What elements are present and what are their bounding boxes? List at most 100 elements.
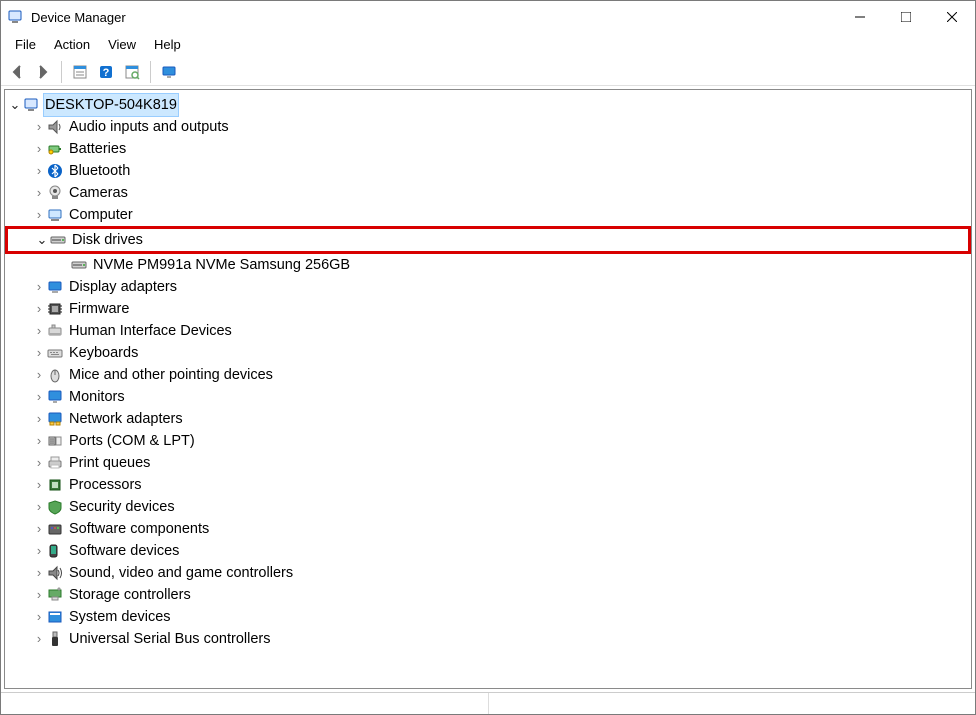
app-icon <box>7 9 23 25</box>
tree-category-label[interactable]: Software devices <box>67 540 181 562</box>
menu-action[interactable]: Action <box>46 35 98 54</box>
tree-category-label[interactable]: Sound, video and game controllers <box>67 562 295 584</box>
tree-device-nvme[interactable]: NVMe PM991a NVMe Samsung 256GB <box>5 254 971 276</box>
tree-expand-arrow[interactable]: › <box>31 386 47 408</box>
tree-category-comp[interactable]: › Computer <box>5 204 971 226</box>
kbd-icon <box>47 345 63 361</box>
tree-expand-arrow[interactable]: › <box>31 320 47 342</box>
tree-expand-arrow[interactable]: › <box>31 298 47 320</box>
device-tree[interactable]: ⌄ DESKTOP-504K819 › Audio inputs and out… <box>4 89 972 689</box>
tree-expand-arrow[interactable]: › <box>31 364 47 386</box>
tree-category-swc[interactable]: › Software components <box>5 518 971 540</box>
printq-icon <box>47 455 63 471</box>
tree-category-mon[interactable]: › Monitors <box>5 386 971 408</box>
tree-category-label[interactable]: Storage controllers <box>67 584 193 606</box>
tree-expand-arrow[interactable]: › <box>31 160 47 182</box>
tree-category-label[interactable]: Keyboards <box>67 342 140 364</box>
tree-category-label[interactable]: System devices <box>67 606 173 628</box>
tree-expand-arrow[interactable]: › <box>31 408 47 430</box>
tree-expand-arrow[interactable]: › <box>31 518 47 540</box>
menu-help[interactable]: Help <box>146 35 189 54</box>
tree-category-label[interactable]: Processors <box>67 474 144 496</box>
tree-category-label[interactable]: Security devices <box>67 496 177 518</box>
tree-collapse-arrow[interactable]: ⌄ <box>34 229 50 251</box>
tree-category-net[interactable]: › Network adapters <box>5 408 971 430</box>
tree-category-sec[interactable]: › Security devices <box>5 496 971 518</box>
tree-category-disk[interactable]: ⌄ Disk drives <box>8 229 968 251</box>
tree-expand-arrow[interactable]: › <box>31 452 47 474</box>
tree-root[interactable]: ⌄ DESKTOP-504K819 <box>5 94 971 116</box>
tree-category-fw[interactable]: › Firmware <box>5 298 971 320</box>
tree-category-label[interactable]: Display adapters <box>67 276 179 298</box>
minimize-button[interactable] <box>837 1 883 33</box>
tree-device-label[interactable]: NVMe PM991a NVMe Samsung 256GB <box>91 254 352 276</box>
tree-category-cam[interactable]: › Cameras <box>5 182 971 204</box>
tree-expand-arrow[interactable]: › <box>31 116 47 138</box>
tree-category-label[interactable]: Firmware <box>67 298 131 320</box>
tree-expand-arrow[interactable]: › <box>31 496 47 518</box>
tree-expand-arrow[interactable]: › <box>31 474 47 496</box>
tree-category-hid[interactable]: › Human Interface Devices <box>5 320 971 342</box>
tree-category-label[interactable]: Batteries <box>67 138 128 160</box>
tree-expand-arrow[interactable]: › <box>31 182 47 204</box>
usb-icon <box>47 631 63 647</box>
menu-view[interactable]: View <box>100 35 144 54</box>
status-pane-1 <box>1 693 489 714</box>
tree-category-label[interactable]: Computer <box>67 204 135 226</box>
tree-expand-arrow[interactable]: › <box>31 430 47 452</box>
tree-collapse-arrow[interactable]: ⌄ <box>7 94 23 116</box>
toolbar-back-button[interactable] <box>5 59 29 85</box>
tree-expand-arrow[interactable]: › <box>31 342 47 364</box>
tree-expand-arrow[interactable]: › <box>31 628 47 650</box>
comp-icon <box>47 207 63 223</box>
tree-category-label[interactable]: Ports (COM & LPT) <box>67 430 197 452</box>
tree-category-kbd[interactable]: › Keyboards <box>5 342 971 364</box>
ports-icon <box>47 433 63 449</box>
tree-category-label[interactable]: Monitors <box>67 386 127 408</box>
toolbar-forward-button[interactable] <box>31 59 55 85</box>
tree-category-sys[interactable]: › System devices <box>5 606 971 628</box>
tree-category-label[interactable]: Universal Serial Bus controllers <box>67 628 272 650</box>
maximize-button[interactable] <box>883 1 929 33</box>
tree-category-ports[interactable]: › Ports (COM & LPT) <box>5 430 971 452</box>
tree-category-bt[interactable]: › Bluetooth <box>5 160 971 182</box>
tree-category-mouse[interactable]: › Mice and other pointing devices <box>5 364 971 386</box>
fw-icon <box>47 301 63 317</box>
disp-icon <box>47 279 63 295</box>
tree-category-usb[interactable]: › Universal Serial Bus controllers <box>5 628 971 650</box>
tree-category-label[interactable]: Cameras <box>67 182 130 204</box>
tree-expand-arrow[interactable]: › <box>31 138 47 160</box>
tree-expand-arrow[interactable]: › <box>31 540 47 562</box>
tree-category-label[interactable]: Human Interface Devices <box>67 320 234 342</box>
toolbar-display-button[interactable] <box>157 59 181 85</box>
tree-category-batt[interactable]: › Batteries <box>5 138 971 160</box>
toolbar-scan-button[interactable] <box>120 59 144 85</box>
toolbar-properties-button[interactable] <box>68 59 92 85</box>
tree-category-label[interactable]: Disk drives <box>70 229 145 251</box>
tree-category-label[interactable]: Bluetooth <box>67 160 132 182</box>
close-button[interactable] <box>929 1 975 33</box>
tree-root-label[interactable]: DESKTOP-504K819 <box>43 93 179 117</box>
tree-expand-arrow[interactable]: › <box>31 606 47 628</box>
tree-category-label[interactable]: Audio inputs and outputs <box>67 116 231 138</box>
mon-icon <box>47 389 63 405</box>
net-icon <box>47 411 63 427</box>
tree-category-audio[interactable]: › Audio inputs and outputs <box>5 116 971 138</box>
tree-category-label[interactable]: Software components <box>67 518 211 540</box>
tree-category-printq[interactable]: › Print queues <box>5 452 971 474</box>
tree-category-label[interactable]: Mice and other pointing devices <box>67 364 275 386</box>
tree-category-label[interactable]: Network adapters <box>67 408 185 430</box>
menu-file[interactable]: File <box>7 35 44 54</box>
tree-expand-arrow[interactable]: › <box>31 276 47 298</box>
tree-expand-arrow[interactable]: › <box>31 562 47 584</box>
tree-category-stor[interactable]: › Storage controllers <box>5 584 971 606</box>
tree-expand-arrow[interactable]: › <box>31 204 47 226</box>
tree-category-snd[interactable]: › Sound, video and game controllers <box>5 562 971 584</box>
tree-category-label[interactable]: Print queues <box>67 452 152 474</box>
window-title: Device Manager <box>31 10 837 25</box>
toolbar-help-button[interactable] <box>94 59 118 85</box>
tree-category-disp[interactable]: › Display adapters <box>5 276 971 298</box>
tree-expand-arrow[interactable]: › <box>31 584 47 606</box>
tree-category-swd[interactable]: › Software devices <box>5 540 971 562</box>
tree-category-cpu[interactable]: › Processors <box>5 474 971 496</box>
